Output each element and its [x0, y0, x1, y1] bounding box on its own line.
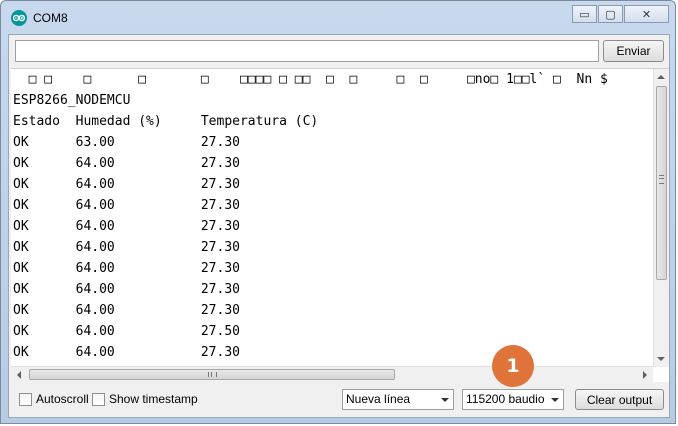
send-button[interactable]: Enviar: [603, 40, 664, 62]
maximize-button[interactable]: ▢: [598, 5, 623, 23]
output-line: OK 64.00 27.30: [13, 177, 240, 192]
window-controls: ▭ ▢ ✕: [571, 5, 669, 25]
close-icon: ✕: [641, 8, 652, 21]
autoscroll-label: Autoscroll: [36, 392, 89, 406]
output-line: OK 64.00 27.30: [13, 345, 240, 360]
output-line: OK 64.00 27.30: [13, 303, 240, 318]
baud-rate-value: 115200 baudio: [466, 392, 545, 406]
clear-output-button[interactable]: Clear output: [575, 389, 664, 410]
output-line: Estado Humedad (%) Temperatura (C): [13, 114, 319, 129]
timestamp-option[interactable]: Show timestamp: [92, 392, 198, 406]
autoscroll-option[interactable]: Autoscroll: [19, 392, 89, 406]
chevron-down-icon: [441, 398, 449, 402]
output-line: □ □ □ □ □ □□□□ □ □□ □ □ □ □ □no□ 1□□l` □…: [13, 72, 608, 87]
maximize-icon: ▢: [605, 8, 616, 21]
output-line: OK 64.00 27.30: [13, 282, 240, 297]
horizontal-scrollbar[interactable]: [11, 366, 653, 382]
client-area: Enviar □ □ □ □ □ □□□□ □ □□ □ □ □ □ □no□ …: [8, 34, 670, 418]
scroll-up-icon[interactable]: [657, 75, 665, 79]
chevron-down-icon: [551, 398, 559, 402]
baud-rate-select[interactable]: 115200 baudio: [462, 389, 564, 410]
bottom-toolbar: Autoscroll Show timestamp Nueva línea 11…: [9, 383, 669, 417]
timestamp-checkbox[interactable]: [92, 392, 105, 406]
arduino-logo-icon: [11, 10, 27, 26]
serial-monitor-window: COM8 ▭ ▢ ✕ Enviar □ □ □ □ □ □□□□ □ □□ □ …: [0, 0, 676, 424]
minimize-icon: ▭: [579, 8, 590, 21]
line-ending-select[interactable]: Nueva línea: [342, 389, 454, 410]
output-line: OK 64.00 27.30: [13, 240, 240, 255]
minimize-button[interactable]: ▭: [572, 5, 597, 23]
output-line: OK 63.00 27.30: [13, 135, 240, 150]
scroll-right-icon[interactable]: [643, 371, 647, 379]
output-line: ESP8266_NODEMCU: [13, 93, 131, 108]
line-ending-value: Nueva línea: [346, 392, 411, 406]
title-bar: COM8 ▭ ▢ ✕: [1, 1, 675, 33]
output-line: OK 64.00 27.30: [13, 198, 240, 213]
send-input[interactable]: [15, 40, 599, 62]
window-title: COM8: [33, 11, 68, 25]
horizontal-scroll-thumb[interactable]: [29, 369, 395, 380]
scroll-down-icon[interactable]: [657, 357, 665, 361]
output-line: OK 64.00 27.30: [13, 156, 240, 171]
serial-output-panel[interactable]: □ □ □ □ □ □□□□ □ □□ □ □ □ □ □no□ 1□□l` □…: [11, 68, 669, 382]
output-line: OK 64.00 27.30: [13, 261, 240, 276]
annotation-badge: 1: [492, 345, 534, 387]
output-line: OK 64.00 27.30: [13, 219, 240, 234]
serial-output: □ □ □ □ □ □□□□ □ □□ □ □ □ □ □no□ 1□□l` □…: [13, 69, 651, 367]
close-button[interactable]: ✕: [624, 5, 669, 23]
vertical-scroll-thumb[interactable]: [656, 86, 667, 280]
autoscroll-checkbox[interactable]: [19, 392, 32, 406]
timestamp-label: Show timestamp: [109, 392, 198, 406]
scroll-left-icon[interactable]: [17, 371, 21, 379]
vertical-scrollbar[interactable]: [653, 69, 669, 367]
output-line: OK 64.00 27.50: [13, 324, 240, 339]
